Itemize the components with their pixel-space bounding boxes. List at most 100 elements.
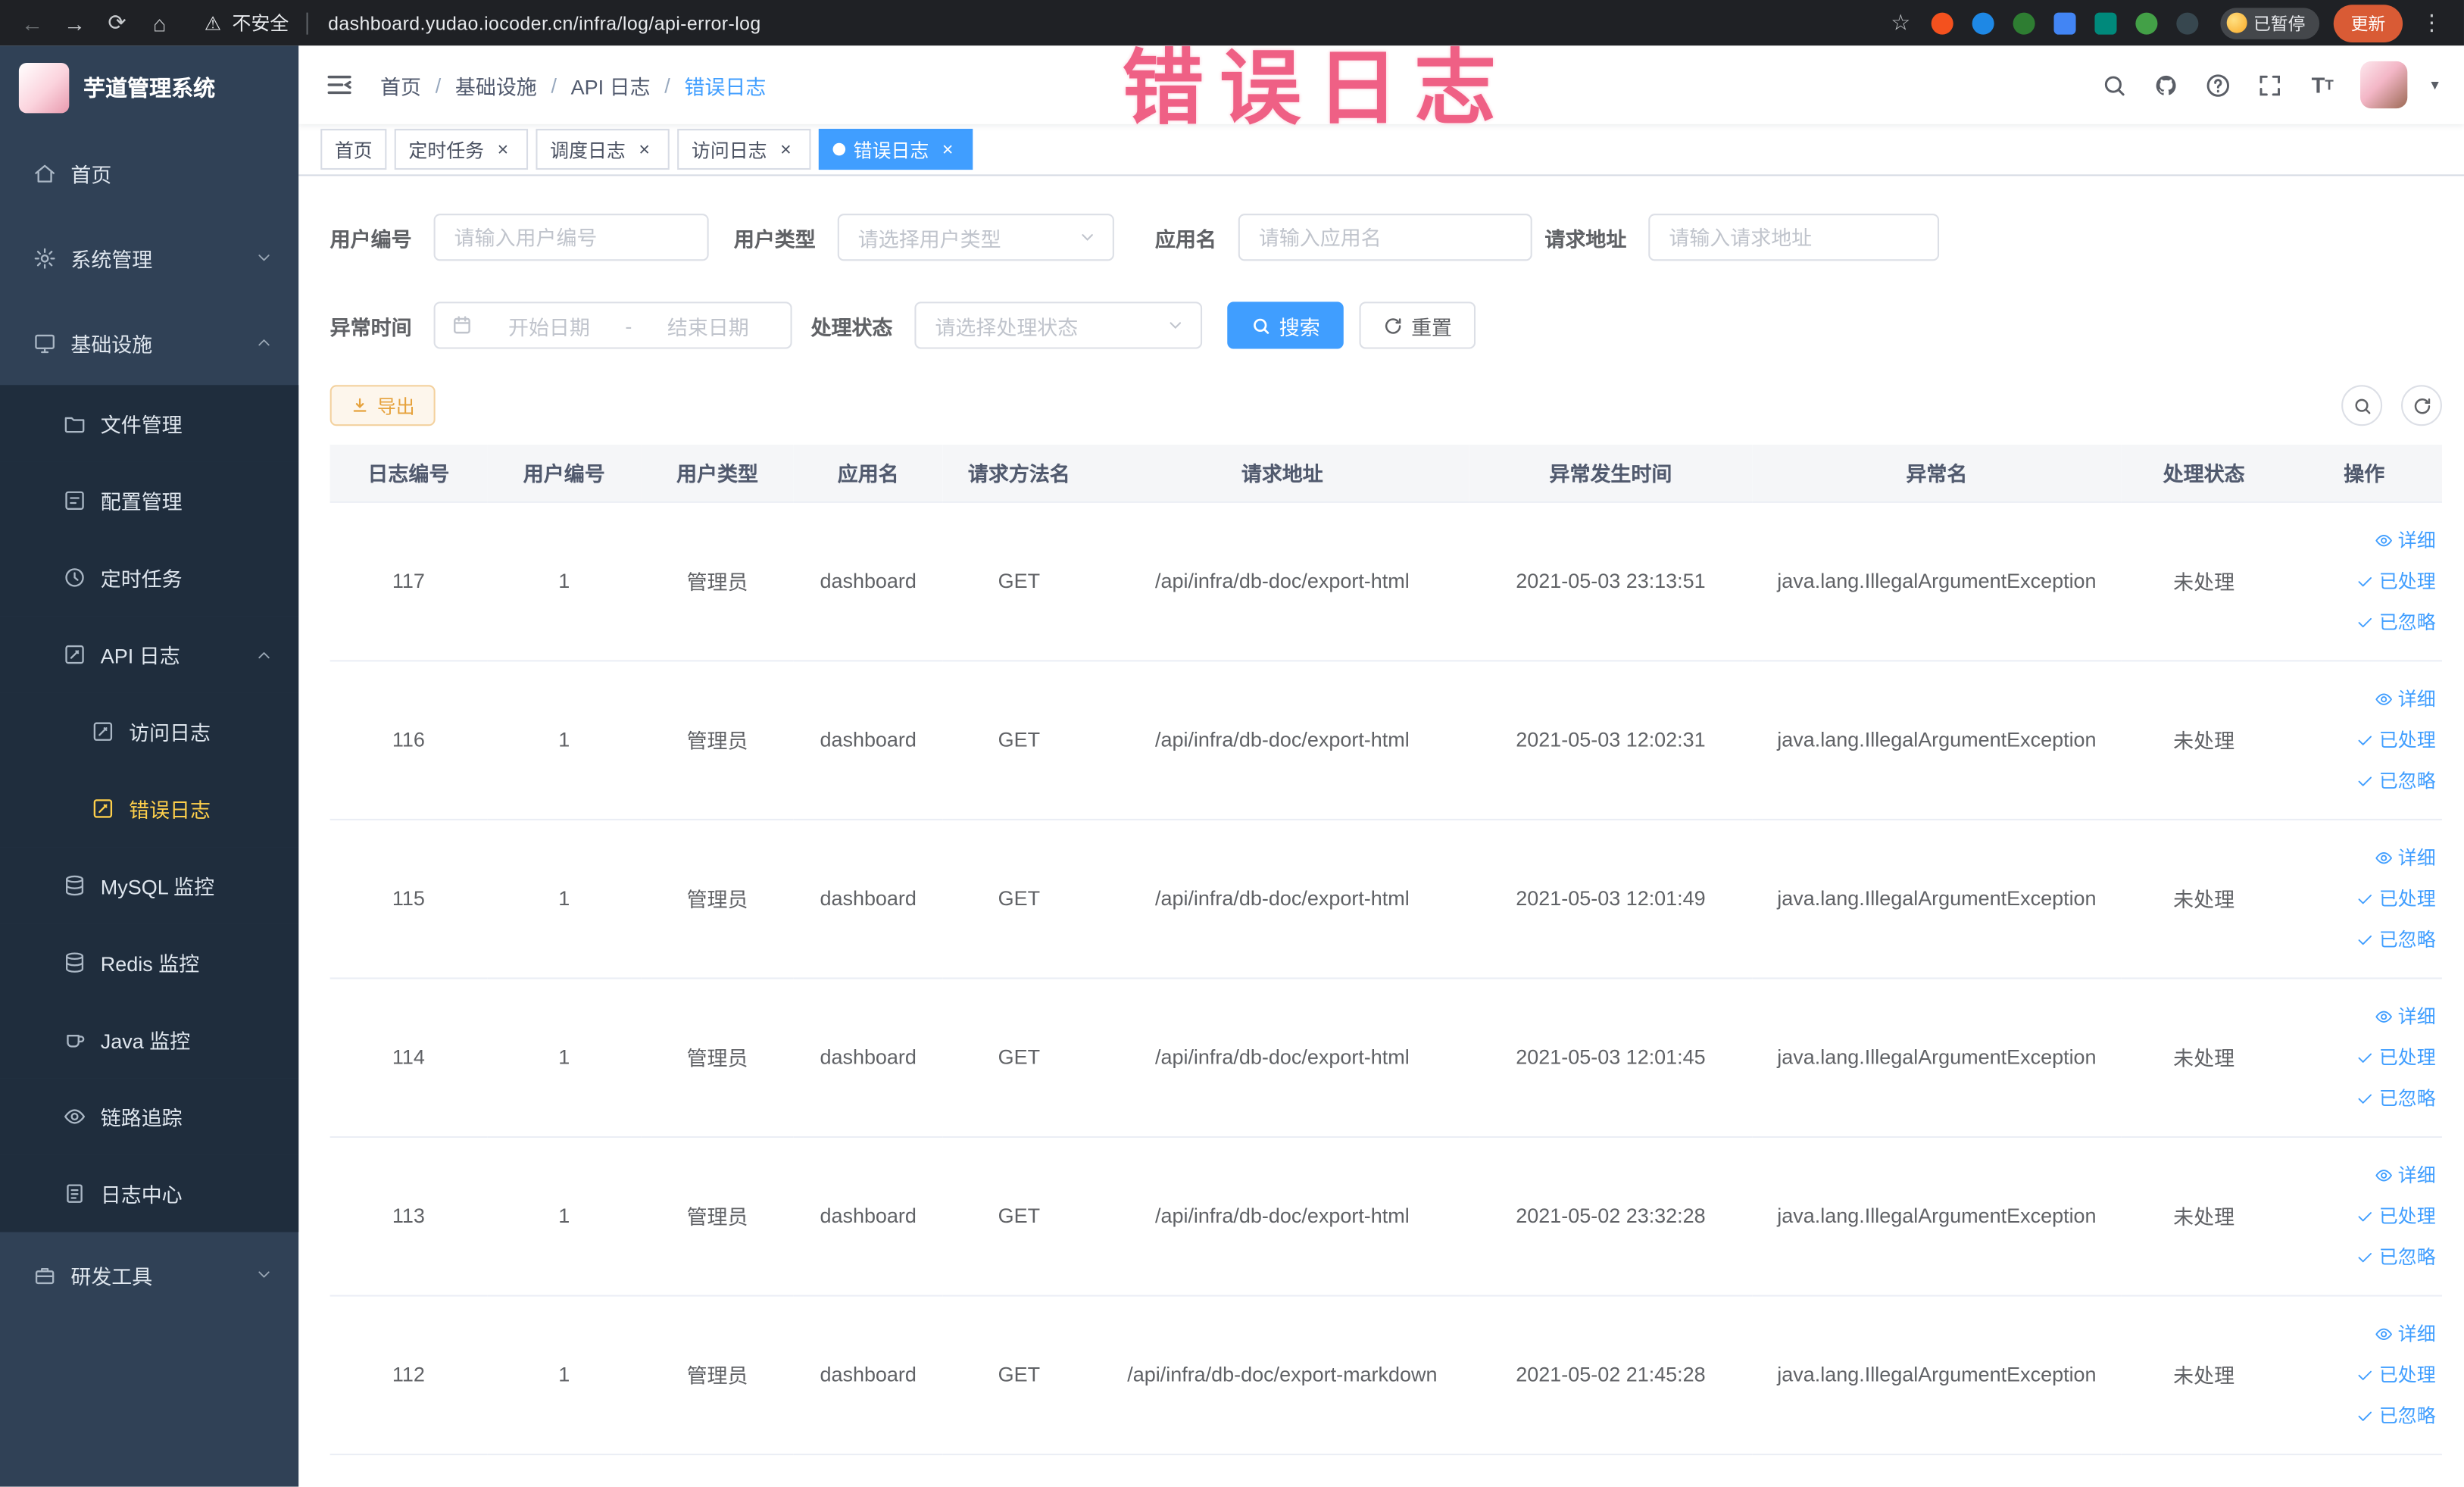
- action-processed[interactable]: 已处理: [2293, 878, 2436, 919]
- avatar[interactable]: [2359, 61, 2408, 109]
- sidebar-item-label: 首页: [70, 162, 112, 186]
- sidebar-item-label: 访问日志: [129, 721, 211, 745]
- export-button[interactable]: 导出: [329, 385, 436, 426]
- tab-2[interactable]: 调度日志 ×: [536, 129, 670, 170]
- fullscreen-icon[interactable]: [2256, 70, 2284, 98]
- forward-icon[interactable]: →: [55, 3, 95, 42]
- user-id-input[interactable]: [433, 214, 709, 261]
- sidebar-item-12[interactable]: 链路追踪: [0, 1078, 299, 1155]
- reset-button-label: 重置: [1411, 314, 1453, 339]
- close-icon[interactable]: ×: [937, 139, 959, 161]
- cell-method: GET: [942, 1295, 1095, 1455]
- sidebar-item-0[interactable]: 首页: [0, 130, 298, 215]
- action-processed[interactable]: 已处理: [2293, 719, 2436, 760]
- sidebar-item-9[interactable]: MySQL 监控: [0, 847, 299, 924]
- sidebar-item-3[interactable]: 文件管理: [0, 385, 299, 462]
- action-detail[interactable]: 详细: [2293, 995, 2436, 1036]
- action-ignored[interactable]: 已忽略: [2293, 919, 2436, 960]
- cell-method: GET: [942, 501, 1095, 661]
- refresh-button[interactable]: [2400, 385, 2442, 426]
- filter-row-1: 用户编号 用户类型 请选择用户类型 应用名 请求地址: [330, 214, 2442, 261]
- sidebar-item-7[interactable]: 访问日志: [0, 692, 299, 770]
- action-processed[interactable]: 已处理: [2293, 1195, 2436, 1236]
- update-button[interactable]: 更新: [2333, 4, 2403, 42]
- action-processed[interactable]: 已处理: [2293, 1354, 2436, 1395]
- action-ignored[interactable]: 已忽略: [2293, 1236, 2436, 1277]
- action-ignored[interactable]: 已忽略: [2293, 760, 2436, 801]
- column-user_type: 用户类型: [641, 445, 794, 502]
- hamburger-icon[interactable]: [323, 69, 354, 100]
- reload-icon[interactable]: ⟳: [98, 3, 137, 42]
- chevron-up-icon: [255, 333, 273, 352]
- edit-icon: [63, 643, 86, 667]
- action-detail[interactable]: 详细: [2293, 520, 2436, 561]
- action-ignored[interactable]: 已忽略: [2293, 601, 2436, 642]
- sidebar-item-11[interactable]: Java 监控: [0, 1001, 299, 1079]
- github-icon[interactable]: [2153, 70, 2181, 98]
- sidebar-item-2[interactable]: 基础设施: [0, 300, 298, 385]
- close-icon[interactable]: ×: [775, 139, 797, 161]
- search-icon[interactable]: [2101, 70, 2129, 98]
- table-row: 116 1 管理员 dashboard GET/api/infra/db-doc/exp…: [329, 660, 2442, 820]
- action-ignored[interactable]: 已忽略: [2293, 1077, 2436, 1118]
- bookmark-star-icon[interactable]: ☆: [1881, 3, 1920, 42]
- action-detail[interactable]: 详细: [2293, 1313, 2436, 1354]
- sidebar-item-4[interactable]: 配置管理: [0, 461, 299, 539]
- sidebar-item-5[interactable]: 定时任务: [0, 539, 299, 617]
- table-row: 115 1 管理员 dashboard GET/api/infra/db-doc/exp…: [329, 818, 2442, 979]
- request-url-input[interactable]: [1648, 214, 1940, 261]
- tab-3[interactable]: 访问日志 ×: [677, 129, 811, 170]
- sidebar-item-10[interactable]: Redis 监控: [0, 923, 299, 1001]
- extension-icon-5[interactable]: [2094, 11, 2117, 34]
- tab-0[interactable]: 首页: [320, 129, 387, 170]
- back-icon[interactable]: ←: [13, 3, 52, 42]
- home-icon[interactable]: ⌂: [140, 3, 180, 42]
- extension-icon-2[interactable]: [1972, 11, 1994, 34]
- menu-kebab-icon[interactable]: ⋮: [2412, 3, 2452, 42]
- navbar-actions: TT ▾: [2101, 61, 2439, 109]
- sidebar-item-6[interactable]: API 日志: [0, 616, 299, 693]
- chevron-down-icon[interactable]: ▾: [2431, 77, 2438, 94]
- sidebar-item-8[interactable]: 错误日志: [0, 770, 299, 848]
- close-icon[interactable]: ×: [492, 139, 514, 161]
- tab-4[interactable]: 错误日志 ×: [818, 129, 973, 170]
- extension-icon-1[interactable]: [1931, 11, 1953, 34]
- action-ignored[interactable]: 已忽略: [2293, 1395, 2436, 1435]
- cell-actions: 详细 已处理 已忽略: [2286, 977, 2442, 1137]
- cell-url: /api/infra/db-doc/export-html: [1095, 818, 1469, 979]
- action-detail[interactable]: 详细: [2293, 837, 2436, 878]
- process-status-select[interactable]: 请选择处理状态: [914, 301, 1203, 349]
- sidebar-item-14[interactable]: 研发工具: [0, 1232, 298, 1317]
- sidebar-item-label: 配置管理: [100, 490, 183, 514]
- paused-badge[interactable]: 已暂停: [2220, 7, 2320, 39]
- extension-icon-3[interactable]: [2013, 11, 2035, 34]
- url-text[interactable]: dashboard.yudao.iocoder.cn/infra/log/api…: [328, 12, 761, 34]
- calendar-icon: [451, 314, 473, 336]
- action-processed[interactable]: 已处理: [2293, 1036, 2436, 1077]
- user-type-select[interactable]: 请选择用户类型: [837, 214, 1114, 261]
- extension-icon-4[interactable]: [2053, 11, 2076, 34]
- font-size-icon[interactable]: TT: [2309, 70, 2337, 98]
- breadcrumb-api-log[interactable]: API 日志: [571, 70, 651, 99]
- action-detail[interactable]: 详细: [2293, 1154, 2436, 1195]
- extension-icon-7[interactable]: [2176, 11, 2199, 34]
- toggle-search-button[interactable]: [2341, 385, 2383, 426]
- breadcrumb-home[interactable]: 首页: [380, 70, 421, 99]
- gear-icon: [33, 246, 57, 270]
- reset-button[interactable]: 重置: [1359, 301, 1476, 349]
- date-range-picker[interactable]: 开始日期 - 结束日期: [433, 301, 792, 349]
- search-button[interactable]: 搜索: [1227, 301, 1344, 349]
- sidebar-logo[interactable]: 芋道管理系统: [0, 45, 298, 130]
- sidebar-item-label: 研发工具: [70, 1264, 153, 1289]
- sidebar-item-1[interactable]: 系统管理: [0, 215, 298, 300]
- help-icon[interactable]: [2205, 70, 2233, 98]
- security-warning-icon[interactable]: ⚠: [205, 12, 221, 34]
- breadcrumb-infra[interactable]: 基础设施: [455, 70, 537, 99]
- sidebar-item-13[interactable]: 日志中心: [0, 1154, 299, 1232]
- close-icon[interactable]: ×: [633, 139, 655, 161]
- tab-1[interactable]: 定时任务 ×: [394, 129, 529, 170]
- action-detail[interactable]: 详细: [2293, 678, 2436, 719]
- action-processed[interactable]: 已处理: [2293, 561, 2436, 601]
- extension-icon-6[interactable]: [2135, 11, 2158, 34]
- app-name-input[interactable]: [1238, 214, 1532, 261]
